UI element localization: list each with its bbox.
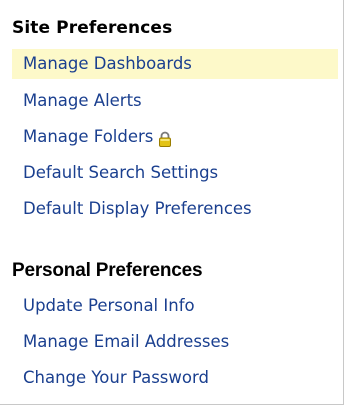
default-display-preferences-link[interactable]: Default Display Preferences <box>12 194 338 224</box>
default-search-settings-link[interactable]: Default Search Settings <box>12 158 338 188</box>
update-personal-info-link[interactable]: Update Personal Info <box>12 291 338 321</box>
personal-preferences-heading: Personal Preferences <box>12 260 203 281</box>
manage-folders-label: Manage Folders <box>23 127 154 146</box>
change-your-password-link[interactable]: Change Your Password <box>12 363 338 393</box>
lock-icon <box>156 128 174 147</box>
preferences-panel: Site Preferences Manage Dashboards Manag… <box>0 0 344 405</box>
manage-email-addresses-link[interactable]: Manage Email Addresses <box>12 327 338 357</box>
manage-folders-link[interactable]: Manage Folders <box>12 122 338 152</box>
change-your-password-label: Change Your Password <box>23 368 209 387</box>
default-display-preferences-label: Default Display Preferences <box>23 199 252 218</box>
manage-dashboards-link[interactable]: Manage Dashboards <box>12 49 338 79</box>
default-search-settings-label: Default Search Settings <box>23 163 219 182</box>
manage-alerts-label: Manage Alerts <box>23 91 142 110</box>
update-personal-info-label: Update Personal Info <box>23 296 195 315</box>
manage-dashboards-label: Manage Dashboards <box>23 54 192 73</box>
site-preferences-heading: Site Preferences <box>12 18 173 38</box>
manage-alerts-link[interactable]: Manage Alerts <box>12 86 338 116</box>
manage-email-addresses-label: Manage Email Addresses <box>23 332 230 351</box>
